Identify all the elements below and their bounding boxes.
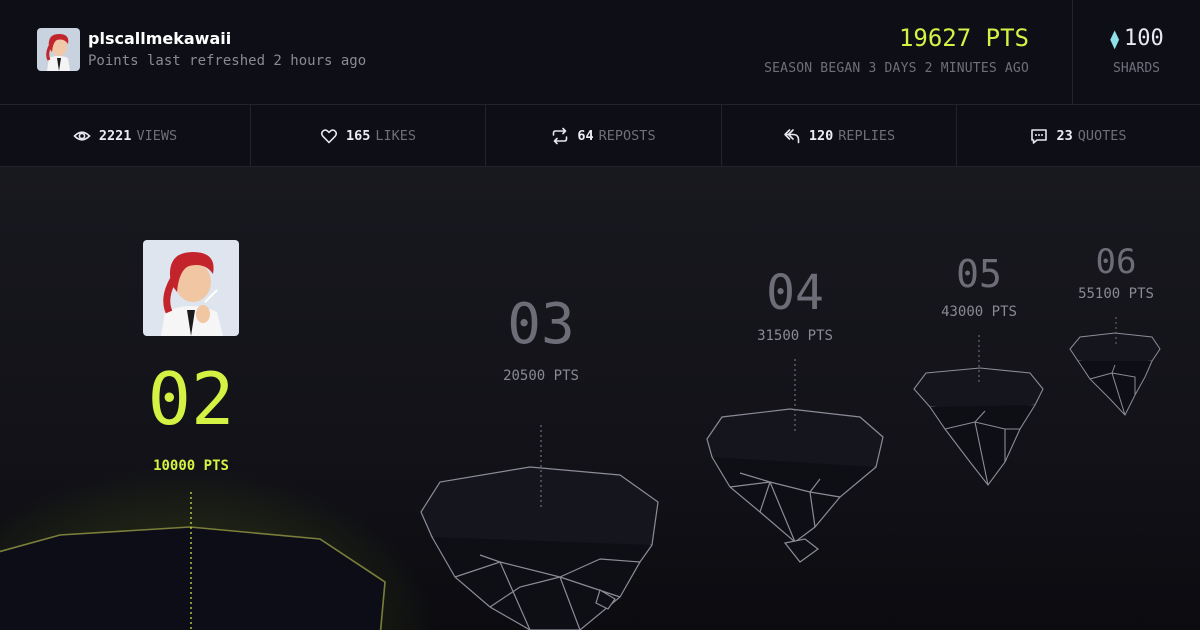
tier-number: 02 (147, 357, 235, 441)
stat-value: 2221 (98, 127, 132, 144)
shards-value: ⧫ 100 (1073, 26, 1200, 51)
stat-quotes: 23 QUOTES (957, 105, 1200, 166)
profile-header: plscallmekawaii Points last refreshed 2 … (0, 0, 1200, 105)
season-status: SEASON BEGAN 3 DAYS 2 MINUTES AGO (764, 61, 1029, 76)
repost-icon (551, 127, 569, 145)
heart-icon (320, 127, 338, 145)
tier-points: 43000 PTS (941, 304, 1017, 320)
island-tier-03 (420, 425, 659, 630)
tier-number: 04 (766, 265, 824, 321)
stat-label: LIKES (375, 127, 417, 144)
stat-value: 165 (345, 127, 371, 144)
username[interactable]: plscallmekawaii (88, 29, 231, 48)
avatar[interactable] (37, 28, 80, 71)
shards-label: SHARDS (1113, 61, 1160, 76)
tier-number: 03 (507, 292, 575, 357)
stat-label: REPOSTS (598, 127, 656, 144)
island-tier-02 (0, 492, 386, 630)
quote-icon (1030, 127, 1048, 145)
tier-points: 55100 PTS (1078, 286, 1154, 302)
reply-icon (783, 127, 801, 145)
engagement-stats: 2221 VIEWS 165 LIKES 64 REPOSTS 120 REPL… (0, 105, 1200, 167)
stat-views: 2221 VIEWS (0, 105, 251, 166)
tier-number: 05 (956, 252, 1002, 296)
current-tier-avatar[interactable] (143, 240, 239, 336)
stat-reposts: 64 REPOSTS (486, 105, 722, 166)
tier-points: 20500 PTS (503, 368, 579, 384)
tier-number: 06 (1095, 242, 1137, 282)
island-tier-04 (706, 359, 884, 563)
stat-label: REPLIES (838, 127, 896, 144)
island-tier-05 (913, 335, 1044, 486)
points-total: 19627 PTS (898, 24, 1029, 52)
tier-progression: 02 10000 PTS 03 20500 PTS 04 31500 PTS 0… (0, 167, 1200, 630)
stat-replies: 120 REPLIES (722, 105, 957, 166)
stat-value: 64 (577, 127, 594, 144)
gem-icon: ⧫ (1109, 29, 1121, 50)
stat-label: QUOTES (1077, 127, 1127, 144)
tier-points: 10000 PTS (153, 458, 229, 474)
stat-value: 120 (808, 127, 834, 144)
stat-label: VIEWS (136, 127, 178, 144)
header-divider (1072, 0, 1073, 105)
stat-likes: 165 LIKES (251, 105, 486, 166)
eye-icon (73, 127, 91, 145)
tier-points: 31500 PTS (757, 328, 833, 344)
shards-count: 100 (1124, 26, 1164, 51)
stat-value: 23 (1056, 127, 1073, 144)
refresh-status: Points last refreshed 2 hours ago (88, 53, 367, 69)
island-tier-06 (1069, 317, 1161, 416)
